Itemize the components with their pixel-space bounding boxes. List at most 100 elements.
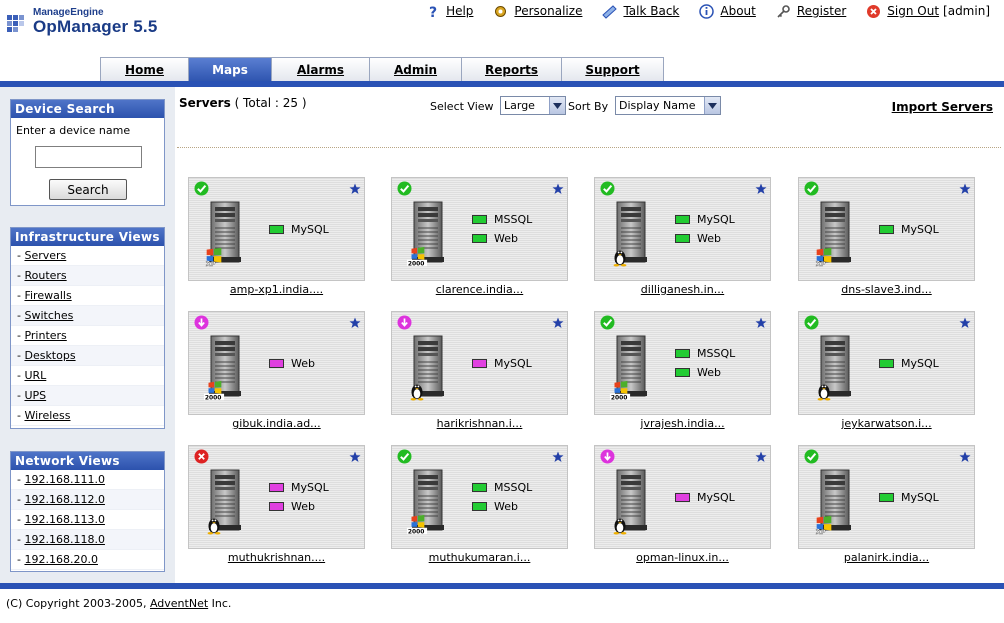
star-icon[interactable] [552,451,564,463]
monitor-indicator[interactable]: Web [675,365,721,379]
star-icon[interactable] [755,183,767,195]
sidebar-link-routers[interactable]: Routers [24,269,66,282]
monitor-indicator[interactable]: MySQL [879,490,939,504]
network-link[interactable]: 192.168.112.0 [24,493,104,506]
star-icon[interactable] [959,183,971,195]
monitor-indicator[interactable]: MySQL [675,490,735,504]
server-tile[interactable]: XP MySQL [798,445,975,549]
tab-admin[interactable]: Admin [369,57,461,81]
server-name-link[interactable]: muthukumaran.i... [391,551,568,564]
sidebar-link-firewalls[interactable]: Firewalls [24,289,71,302]
talk-back-label[interactable]: Talk Back [623,4,679,18]
server-tile[interactable]: 2000 MSSQL Web [391,445,568,549]
server-tile[interactable]: MySQL Web [594,177,771,281]
server-name-link[interactable]: gibuk.india.ad... [188,417,365,430]
server-name-link[interactable]: dns-slave3.ind... [798,283,975,296]
server-card[interactable]: XP MySQL palanirk.india... [798,445,975,564]
device-name-input[interactable] [35,146,142,168]
tab-support[interactable]: Support [561,57,664,81]
server-card[interactable]: XP MySQL amp-xp1.india.... [188,177,365,296]
server-tile[interactable]: MySQL [391,311,568,415]
sidebar-link-printers[interactable]: Printers [24,329,66,342]
sign-out-link[interactable]: Sign Out [admin] [866,2,990,20]
server-name-link[interactable]: opman-linux.in... [594,551,771,564]
sign-out-label[interactable]: Sign Out [887,4,939,18]
server-card[interactable]: 2000 MSSQL Web jvrajesh.india... [594,311,771,430]
network-link[interactable]: 192.168.118.0 [24,533,104,546]
monitor-indicator[interactable]: MySQL [879,356,939,370]
talk-back-link[interactable]: Talk Back [602,2,679,20]
tab-reports[interactable]: Reports [461,57,561,81]
help-link[interactable]: ? Help [425,2,473,20]
network-link[interactable]: 192.168.111.0 [24,473,104,486]
monitor-indicator[interactable]: MSSQL [472,480,532,494]
monitor-indicator[interactable]: MySQL [675,212,735,226]
register-label[interactable]: Register [797,4,846,18]
star-icon[interactable] [349,317,361,329]
server-name-link[interactable]: dilliganesh.in... [594,283,771,296]
server-name-link[interactable]: harikrishnan.i... [391,417,568,430]
server-tile[interactable]: 2000 MSSQL Web [594,311,771,415]
monitor-indicator[interactable]: MSSQL [675,346,735,360]
sidebar-link-wireless[interactable]: Wireless [24,409,70,422]
sidebar-link-switches[interactable]: Switches [24,309,73,322]
star-icon[interactable] [755,317,767,329]
personalize-label[interactable]: Personalize [514,4,582,18]
adventnet-link[interactable]: AdventNet [150,597,208,610]
sidebar-link-url[interactable]: URL [24,369,46,382]
tab-home[interactable]: Home [100,57,188,81]
server-card[interactable]: 2000 MSSQL Web muthukumaran.i... [391,445,568,564]
monitor-indicator[interactable]: Web [675,231,721,245]
server-name-link[interactable]: jvrajesh.india... [594,417,771,430]
server-name-link[interactable]: amp-xp1.india.... [188,283,365,296]
star-icon[interactable] [552,183,564,195]
server-card[interactable]: MySQL jeykarwatson.i... [798,311,975,430]
server-card[interactable]: MySQL Web muthukrishnan.... [188,445,365,564]
server-card[interactable]: MySQL harikrishnan.i... [391,311,568,430]
server-name-link[interactable]: muthukrishnan.... [188,551,365,564]
select-view-dropdown[interactable]: Large [500,96,566,115]
star-icon[interactable] [959,451,971,463]
monitor-indicator[interactable]: Web [269,499,315,513]
server-card[interactable]: 2000 MSSQL Web clarence.india... [391,177,568,296]
monitor-indicator[interactable]: MySQL [879,222,939,236]
star-icon[interactable] [552,317,564,329]
sidebar-link-desktops[interactable]: Desktops [24,349,75,362]
server-name-link[interactable]: jeykarwatson.i... [798,417,975,430]
star-icon[interactable] [959,317,971,329]
star-icon[interactable] [349,451,361,463]
about-label[interactable]: About [720,4,755,18]
monitor-indicator[interactable]: MSSQL [472,212,532,226]
about-link[interactable]: About [699,2,756,20]
tab-alarms[interactable]: Alarms [271,57,369,81]
monitor-indicator[interactable]: MySQL [472,356,532,370]
server-tile[interactable]: MySQL [594,445,771,549]
import-servers-link[interactable]: Import Servers [892,100,993,114]
server-tile[interactable]: MySQL [798,311,975,415]
server-card[interactable]: 2000 Web gibuk.india.ad... [188,311,365,430]
server-card[interactable]: MySQL opman-linux.in... [594,445,771,564]
star-icon[interactable] [349,183,361,195]
sidebar-link-ups[interactable]: UPS [24,389,46,402]
personalize-link[interactable]: Personalize [493,2,582,20]
help-label[interactable]: Help [446,4,473,18]
network-link[interactable]: 192.168.113.0 [24,513,104,526]
server-tile[interactable]: XP MySQL [798,177,975,281]
server-name-link[interactable]: clarence.india... [391,283,568,296]
server-tile[interactable]: MySQL Web [188,445,365,549]
star-icon[interactable] [755,451,767,463]
monitor-indicator[interactable]: MySQL [269,480,329,494]
monitor-indicator[interactable]: Web [472,231,518,245]
monitor-indicator[interactable]: Web [269,356,315,370]
server-tile[interactable]: 2000 Web [188,311,365,415]
register-link[interactable]: Register [776,2,846,20]
search-button[interactable]: Search [49,179,127,200]
server-card[interactable]: MySQL Web dilliganesh.in... [594,177,771,296]
server-name-link[interactable]: palanirk.india... [798,551,975,564]
tab-maps[interactable]: Maps [188,57,271,81]
network-link[interactable]: 192.168.20.0 [24,553,97,566]
sort-by-dropdown[interactable]: Display Name [615,96,721,115]
monitor-indicator[interactable]: MySQL [269,222,329,236]
monitor-indicator[interactable]: Web [472,499,518,513]
server-card[interactable]: XP MySQL dns-slave3.ind... [798,177,975,296]
